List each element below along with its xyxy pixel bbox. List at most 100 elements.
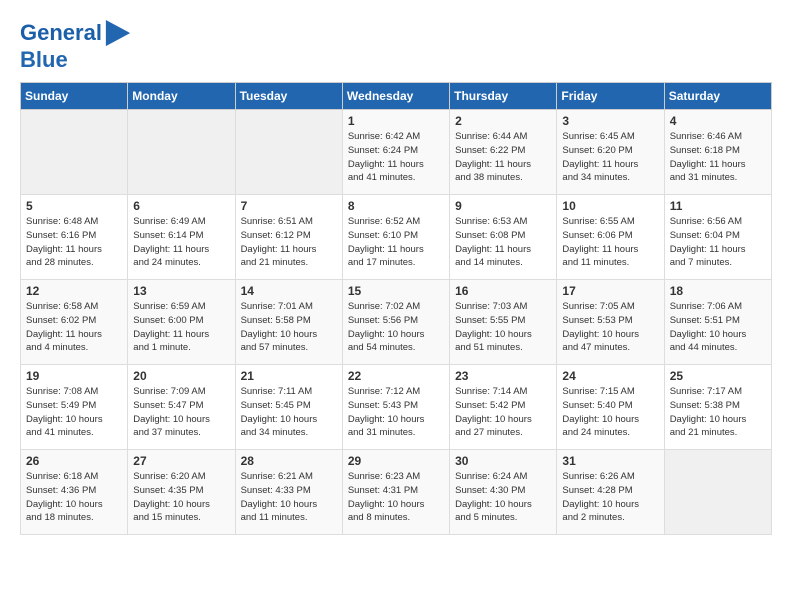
calendar-cell: 11Sunrise: 6:56 AM Sunset: 6:04 PM Dayli…: [664, 195, 771, 280]
day-number: 17: [562, 284, 658, 298]
calendar-cell: 10 Sunrise: 6:55 AM Sunset: 6:06 PM Dayli…: [557, 195, 664, 280]
day-number: 15: [348, 284, 444, 298]
day-number: 30: [455, 454, 551, 468]
column-header-monday: Monday: [128, 83, 235, 110]
day-number: 12: [26, 284, 122, 298]
day-number: 4: [670, 114, 766, 128]
day-number: 22: [348, 369, 444, 383]
day-info: Sunrise: 7:05 AM Sunset: 5:53 PM Dayligh…: [562, 300, 658, 355]
day-info: Sunrise: 6:46 AM Sunset: 6:18 PM Dayligh…: [670, 130, 766, 185]
column-header-thursday: Thursday: [450, 83, 557, 110]
calendar-cell: 30 Sunrise: 6:24 AM Sunset: 4:30 PM Dayli…: [450, 450, 557, 535]
day-number: 29: [348, 454, 444, 468]
day-info: Sunrise: 6:58 AM Sunset: 6:02 PM Dayligh…: [26, 300, 122, 355]
calendar-cell: 29 Sunrise: 6:23 AM Sunset: 4:31 PM Dayli…: [342, 450, 449, 535]
day-info: Sunrise: 7:08 AM Sunset: 5:49 PM Dayligh…: [26, 385, 122, 440]
calendar-cell: 20 Sunrise: 7:09 AM Sunset: 5:47 PM Dayli…: [128, 365, 235, 450]
column-header-wednesday: Wednesday: [342, 83, 449, 110]
day-info: Sunrise: 6:55 AM Sunset: 6:06 PM Dayligh…: [562, 215, 658, 270]
day-number: 14: [241, 284, 337, 298]
calendar-cell: 1 Sunrise: 6:42 AM Sunset: 6:24 PM Daylig…: [342, 110, 449, 195]
calendar-cell: 21 Sunrise: 7:11 AM Sunset: 5:45 PM Dayli…: [235, 365, 342, 450]
calendar-cell: 13 Sunrise: 6:59 AM Sunset: 6:00 PM Dayli…: [128, 280, 235, 365]
calendar-cell: 22Sunrise: 7:12 AM Sunset: 5:43 PM Dayli…: [342, 365, 449, 450]
day-info: Sunrise: 6:53 AM Sunset: 6:08 PM Dayligh…: [455, 215, 551, 270]
calendar-cell: 15 Sunrise: 7:02 AM Sunset: 5:56 PM Dayli…: [342, 280, 449, 365]
day-info: Sunrise: 6:21 AM Sunset: 4:33 PM Dayligh…: [241, 470, 337, 525]
day-info: Sunrise: 7:03 AM Sunset: 5:55 PM Dayligh…: [455, 300, 551, 355]
day-info: Sunrise: 6:52 AM Sunset: 6:10 PM Dayligh…: [348, 215, 444, 270]
calendar-cell: 12 Sunrise: 6:58 AM Sunset: 6:02 PM Dayli…: [21, 280, 128, 365]
day-info: Sunrise: 6:56 AM Sunset: 6:04 PM Dayligh…: [670, 215, 766, 270]
day-info: Sunrise: 7:02 AM Sunset: 5:56 PM Dayligh…: [348, 300, 444, 355]
column-header-tuesday: Tuesday: [235, 83, 342, 110]
calendar-cell: 2 Sunrise: 6:44 AM Sunset: 6:22 PM Daylig…: [450, 110, 557, 195]
day-number: 27: [133, 454, 229, 468]
day-number: 28: [241, 454, 337, 468]
calendar-cell: 28 Sunrise: 6:21 AM Sunset: 4:33 PM Dayli…: [235, 450, 342, 535]
day-info: Sunrise: 7:11 AM Sunset: 5:45 PM Dayligh…: [241, 385, 337, 440]
calendar-cell: 4 Sunrise: 6:46 AM Sunset: 6:18 PM Daylig…: [664, 110, 771, 195]
day-info: Sunrise: 6:49 AM Sunset: 6:14 PM Dayligh…: [133, 215, 229, 270]
calendar-cell: 19 Sunrise: 7:08 AM Sunset: 5:49 PM Dayli…: [21, 365, 128, 450]
day-info: Sunrise: 6:45 AM Sunset: 6:20 PM Dayligh…: [562, 130, 658, 185]
calendar-cell: 6 Sunrise: 6:49 AM Sunset: 6:14 PM Daylig…: [128, 195, 235, 280]
day-info: Sunrise: 6:42 AM Sunset: 6:24 PM Dayligh…: [348, 130, 444, 185]
calendar-cell: [235, 110, 342, 195]
day-number: 23: [455, 369, 551, 383]
day-info: Sunrise: 6:59 AM Sunset: 6:00 PM Dayligh…: [133, 300, 229, 355]
calendar-cell: 24 Sunrise: 7:15 AM Sunset: 5:40 PM Dayli…: [557, 365, 664, 450]
day-number: 8: [348, 199, 444, 213]
day-number: 7: [241, 199, 337, 213]
day-info: Sunrise: 7:15 AM Sunset: 5:40 PM Dayligh…: [562, 385, 658, 440]
day-info: Sunrise: 6:48 AM Sunset: 6:16 PM Dayligh…: [26, 215, 122, 270]
day-number: 31: [562, 454, 658, 468]
day-number: 6: [133, 199, 229, 213]
day-info: Sunrise: 6:18 AM Sunset: 4:36 PM Dayligh…: [26, 470, 122, 525]
page-header: General Blue: [20, 20, 772, 72]
day-number: 25: [670, 369, 766, 383]
day-number: 21: [241, 369, 337, 383]
day-number: 9: [455, 199, 551, 213]
calendar-cell: 16Sunrise: 7:03 AM Sunset: 5:55 PM Dayli…: [450, 280, 557, 365]
calendar-cell: 3 Sunrise: 6:45 AM Sunset: 6:20 PM Daylig…: [557, 110, 664, 195]
day-info: Sunrise: 7:17 AM Sunset: 5:38 PM Dayligh…: [670, 385, 766, 440]
day-number: 1: [348, 114, 444, 128]
day-number: 20: [133, 369, 229, 383]
calendar-cell: 17 Sunrise: 7:05 AM Sunset: 5:53 PM Dayli…: [557, 280, 664, 365]
day-number: 5: [26, 199, 122, 213]
calendar-cell: 14 Sunrise: 7:01 AM Sunset: 5:58 PM Dayli…: [235, 280, 342, 365]
column-header-friday: Friday: [557, 83, 664, 110]
day-number: 13: [133, 284, 229, 298]
day-number: 26: [26, 454, 122, 468]
calendar-cell: [128, 110, 235, 195]
calendar-cell: [664, 450, 771, 535]
logo: General Blue: [20, 20, 132, 72]
day-number: 3: [562, 114, 658, 128]
day-number: 2: [455, 114, 551, 128]
day-info: Sunrise: 7:09 AM Sunset: 5:47 PM Dayligh…: [133, 385, 229, 440]
calendar-cell: 31 Sunrise: 6:26 AM Sunset: 4:28 PM Dayli…: [557, 450, 664, 535]
day-info: Sunrise: 6:24 AM Sunset: 4:30 PM Dayligh…: [455, 470, 551, 525]
calendar-cell: 9 Sunrise: 6:53 AM Sunset: 6:08 PM Daylig…: [450, 195, 557, 280]
day-info: Sunrise: 7:14 AM Sunset: 5:42 PM Dayligh…: [455, 385, 551, 440]
day-info: Sunrise: 6:44 AM Sunset: 6:22 PM Dayligh…: [455, 130, 551, 185]
day-info: Sunrise: 6:26 AM Sunset: 4:28 PM Dayligh…: [562, 470, 658, 525]
calendar-cell: 25 Sunrise: 7:17 AM Sunset: 5:38 PM Dayli…: [664, 365, 771, 450]
calendar-cell: 26 Sunrise: 6:18 AM Sunset: 4:36 PM Dayli…: [21, 450, 128, 535]
day-number: 19: [26, 369, 122, 383]
calendar-cell: 23 Sunrise: 7:14 AM Sunset: 5:42 PM Dayli…: [450, 365, 557, 450]
day-number: 10: [562, 199, 658, 213]
calendar-table: SundayMondayTuesdayWednesdayThursdayFrid…: [20, 82, 772, 535]
day-info: Sunrise: 6:51 AM Sunset: 6:12 PM Dayligh…: [241, 215, 337, 270]
day-info: Sunrise: 6:23 AM Sunset: 4:31 PM Dayligh…: [348, 470, 444, 525]
day-info: Sunrise: 7:01 AM Sunset: 5:58 PM Dayligh…: [241, 300, 337, 355]
day-info: Sunrise: 7:06 AM Sunset: 5:51 PM Dayligh…: [670, 300, 766, 355]
calendar-cell: 7 Sunrise: 6:51 AM Sunset: 6:12 PM Daylig…: [235, 195, 342, 280]
logo-text: General Blue: [20, 20, 132, 72]
calendar-cell: 18Sunrise: 7:06 AM Sunset: 5:51 PM Dayli…: [664, 280, 771, 365]
day-number: 24: [562, 369, 658, 383]
column-header-saturday: Saturday: [664, 83, 771, 110]
column-header-sunday: Sunday: [21, 83, 128, 110]
calendar-cell: [21, 110, 128, 195]
